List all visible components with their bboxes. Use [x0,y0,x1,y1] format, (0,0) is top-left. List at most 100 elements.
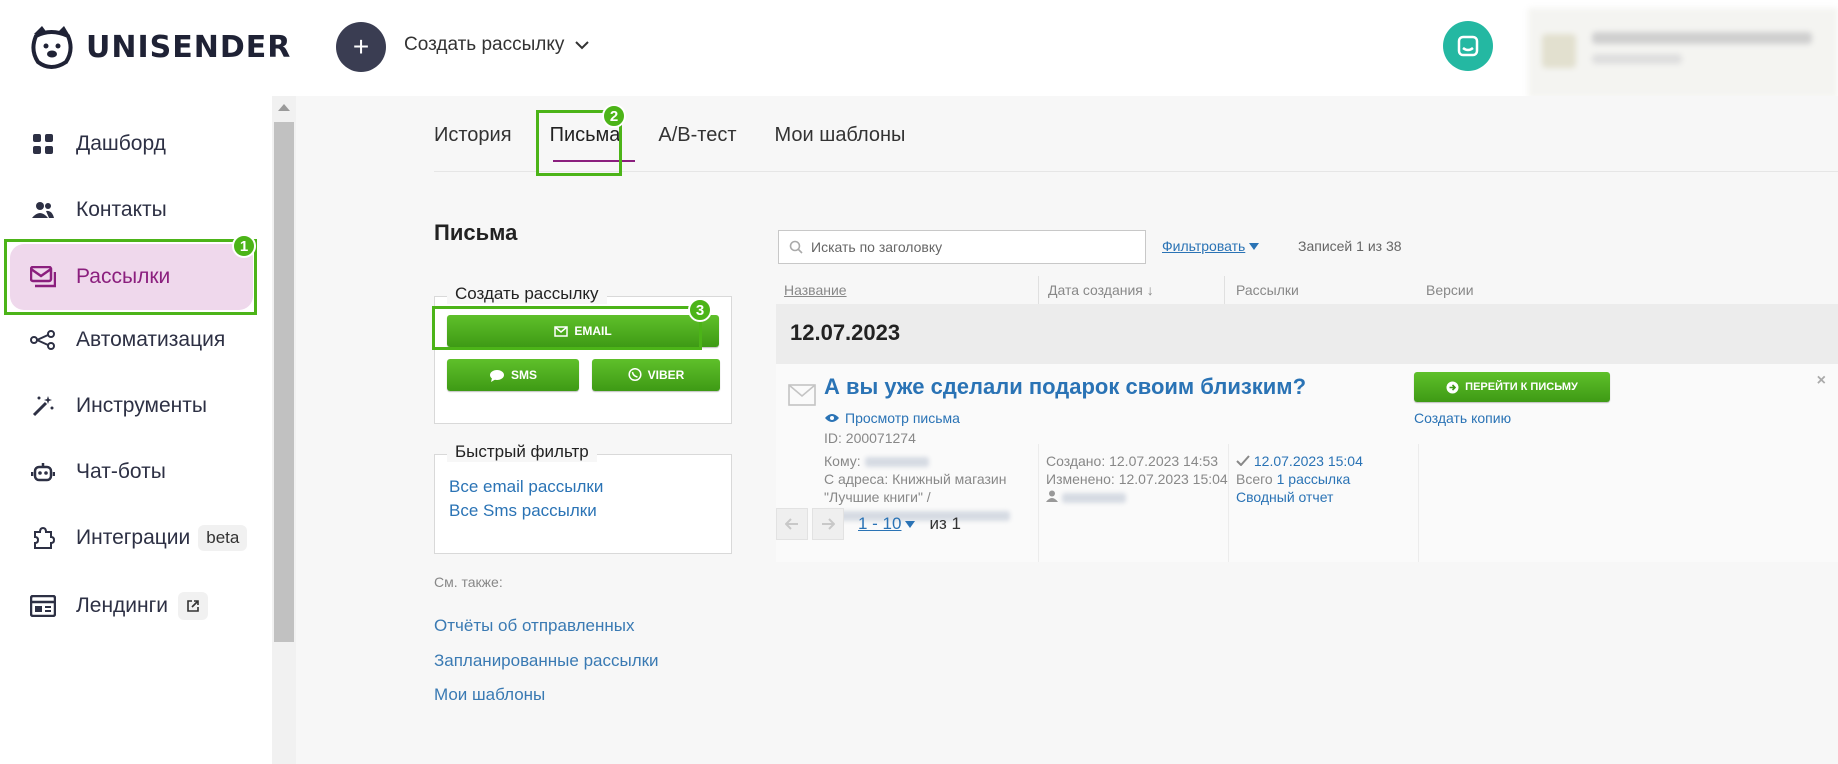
created-date: Создано: 12.07.2023 14:53 [1046,453,1219,469]
page-range-label: 1 - 10 [858,514,902,533]
tab-ab-test[interactable]: A/B-тест [658,124,736,147]
link-scheduled-campaigns[interactable]: Запланированные рассылки [434,651,659,671]
create-copy-link[interactable]: Создать копию [1414,410,1511,426]
col-header-name[interactable]: Название [784,282,847,298]
arrow-circle-right-icon [1446,381,1459,393]
filter-link-all-sms[interactable]: Все Sms рассылки [449,501,597,521]
filter-link-all-email[interactable]: Все email рассылки [449,477,603,497]
external-link-icon[interactable] [178,592,209,620]
step-badge-2: 2 [602,104,626,128]
logo[interactable]: UNISENDER [26,24,291,70]
scroll-up-arrow-icon[interactable] [278,104,290,111]
checkmark-icon [1236,455,1250,467]
automation-nodes-icon [28,325,58,355]
quick-filter-legend: Быстрый фильтр [447,442,597,462]
sidebar-item-automation[interactable]: Автоматизация [10,307,253,373]
plus-icon: + [352,31,370,62]
letter-campaigns: 12.07.2023 15:04 Всего 1 рассылка Сводны… [1236,452,1363,506]
next-page-button[interactable] [812,508,844,540]
from-line-1: С адреса: Книжный магазин [824,471,1007,487]
go-to-letter-button[interactable]: ПЕРЕЙТИ К ПИСЬМУ [1414,372,1610,402]
account-menu[interactable] [1528,8,1838,98]
sms-button[interactable]: SMS [447,359,579,391]
sidebar-item-label: Автоматизация [76,328,226,351]
sidebar-item-integrations[interactable]: Интеграции beta [10,505,253,571]
sidebar-item-tools[interactable]: Инструменты [10,373,253,439]
magic-wand-icon [28,391,58,421]
quick-filter-panel: Быстрый фильтр Все email рассылки Все Sm… [434,442,732,554]
sidebar-item-landings[interactable]: Лендинги [10,573,253,639]
caret-down-icon [1249,242,1260,250]
summary-report-link[interactable]: Сводный отчет [1236,489,1333,505]
create-plus-button[interactable]: + [336,22,386,72]
modified-date: Изменено: 12.07.2023 15:04 [1046,471,1228,487]
speech-bubble-icon [489,369,504,382]
author-blurred [1061,493,1126,504]
column-divider [1038,276,1039,304]
tab-history[interactable]: История [434,124,512,147]
page-total: из 1 [929,514,961,533]
table-header: Название Дата создания ↓ Рассылки Версии [776,276,1838,304]
account-balance-blurred [1592,54,1682,64]
sidebar-item-dashboard[interactable]: Дашборд [10,111,253,177]
robot-icon [28,457,58,487]
prev-page-button[interactable] [776,508,808,540]
brand-name: UNISENDER [86,29,292,65]
recipient-list-blurred [864,457,929,468]
link-my-templates[interactable]: Мои шаблоны [434,685,545,705]
column-divider [1228,444,1229,562]
preview-letter-label: Просмотр письма [845,410,960,426]
page-title: Письма [434,220,518,245]
sent-date-link[interactable]: 12.07.2023 15:04 [1254,453,1363,469]
close-icon[interactable]: × [1817,372,1826,390]
sidebar-item-contacts[interactable]: Контакты [10,177,253,243]
column-divider [1038,444,1039,562]
sidebar-item-label: Дашборд [76,132,166,155]
campaign-count-link[interactable]: 1 рассылка [1277,471,1351,487]
search-placeholder: Искать по заголовку [811,239,943,255]
pagination: 1 - 10 из 1 [776,508,961,540]
create-dropdown-label: Создать рассылку [404,34,565,55]
tab-my-templates[interactable]: Мои шаблоны [775,124,906,147]
link-sent-reports[interactable]: Отчёты об отправленных [434,616,634,636]
sidebar-item-chatbots[interactable]: Чат-боты [10,439,253,505]
sidebar-scrollbar[interactable] [272,96,296,764]
create-panel-legend: Создать рассылку [447,284,607,304]
from-line-2: "Лучшие книги" / [824,489,931,505]
step-badge-1: 1 [232,234,256,258]
arrow-left-icon [785,518,798,530]
avatar [1542,34,1576,68]
support-chat-button[interactable] [1443,21,1493,71]
tab-bar: История Письма A/B-тест Мои шаблоны [434,124,943,147]
arrow-right-icon [822,518,835,530]
beta-badge: beta [198,525,248,551]
tabs-divider [434,171,1838,172]
puzzle-icon [28,523,58,553]
eye-icon [825,414,839,422]
account-email-blurred [1592,32,1812,44]
scrollbar-thumb[interactable] [274,122,294,642]
col-header-created[interactable]: Дата создания ↓ [1048,282,1154,298]
letter-id: ID: 200071274 [824,430,916,446]
page-size-dropdown[interactable]: 1 - 10 [858,514,916,534]
chat-icon [1457,35,1479,57]
envelope-outline-icon [788,384,816,406]
step-badge-3: 3 [688,298,712,322]
dog-mascot-icon [31,26,73,69]
letter-title-link[interactable]: А вы уже сделали подарок своим близким? [824,374,1306,400]
viber-icon [628,368,642,382]
viber-button[interactable]: VIBER [592,359,720,391]
filter-dropdown[interactable]: Фильтровать [1162,238,1260,254]
chevron-down-icon [575,41,590,50]
col-header-versions: Версии [1426,282,1474,298]
preview-letter-link[interactable]: Просмотр письма [824,410,960,426]
caret-down-icon [905,520,916,528]
filter-label: Фильтровать [1162,238,1246,254]
sidebar-item-label: Интеграции [76,526,191,549]
user-icon [1046,490,1058,502]
search-input[interactable]: Искать по заголовку [778,230,1146,264]
col-header-campaigns: Рассылки [1236,282,1299,298]
viber-button-label: VIBER [647,368,685,382]
users-icon [28,195,58,225]
create-campaign-dropdown[interactable]: Создать рассылку [404,34,590,56]
